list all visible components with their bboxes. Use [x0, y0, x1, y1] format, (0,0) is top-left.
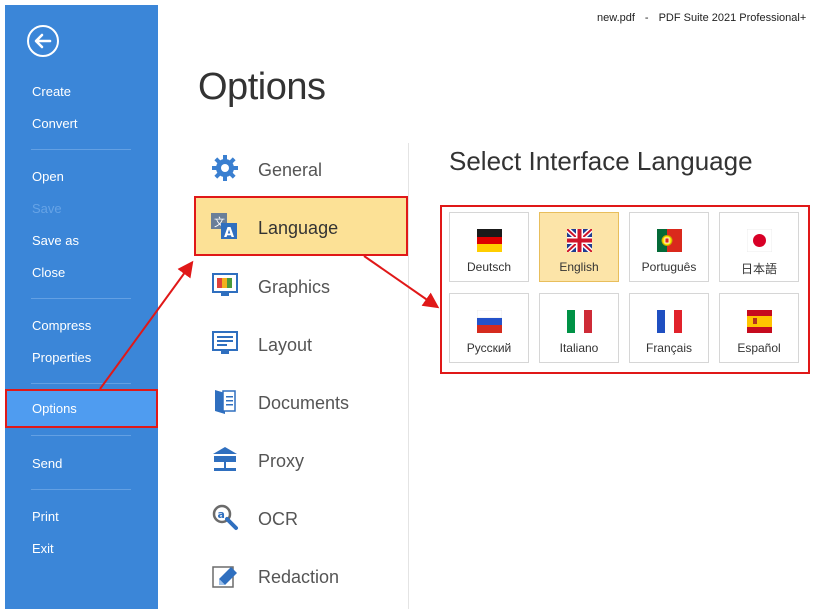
annotation-arrows [99, 255, 440, 390]
arrow-to-language-grid [363, 255, 440, 309]
arrow-to-language-category [99, 260, 194, 390]
